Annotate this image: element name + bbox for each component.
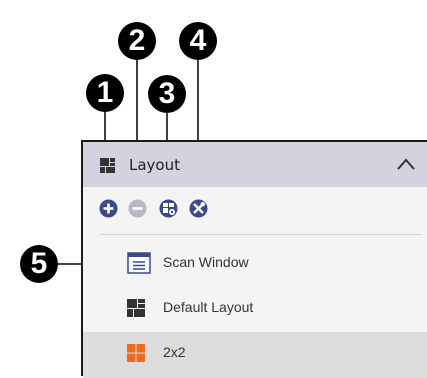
callout-5: 5 [20, 245, 58, 283]
callout-1: 1 [86, 74, 124, 112]
window-icon [127, 252, 151, 274]
callout-2: 2 [118, 22, 156, 60]
list-item-scan-window[interactable]: Scan Window [83, 242, 427, 284]
add-circle-icon[interactable] [99, 199, 118, 218]
tools-icon[interactable] [189, 199, 208, 218]
list-item-label: Default Layout [163, 299, 254, 315]
list-item-label: 2x2 [163, 344, 186, 360]
list-item-2x2[interactable]: 2x2 [83, 332, 427, 378]
grid-2x2-icon [127, 344, 145, 362]
panel-title: Layout [129, 156, 180, 174]
layout-grid-icon [100, 158, 115, 173]
layout-settings-icon[interactable] [159, 199, 178, 218]
layout-grid-icon [127, 299, 145, 317]
toolbar-divider [100, 234, 422, 235]
layout-panel: Layout Scan Window Default Layout 2x2 [81, 140, 427, 378]
remove-circle-icon[interactable] [128, 199, 147, 218]
chevron-up-icon[interactable] [395, 154, 417, 174]
layout-toolbar [83, 187, 427, 233]
panel-header[interactable]: Layout [83, 142, 427, 187]
list-item-default-layout[interactable]: Default Layout [83, 287, 427, 329]
callout-3: 3 [148, 75, 186, 113]
list-item-label: Scan Window [163, 254, 249, 270]
callout-4: 4 [179, 22, 217, 60]
